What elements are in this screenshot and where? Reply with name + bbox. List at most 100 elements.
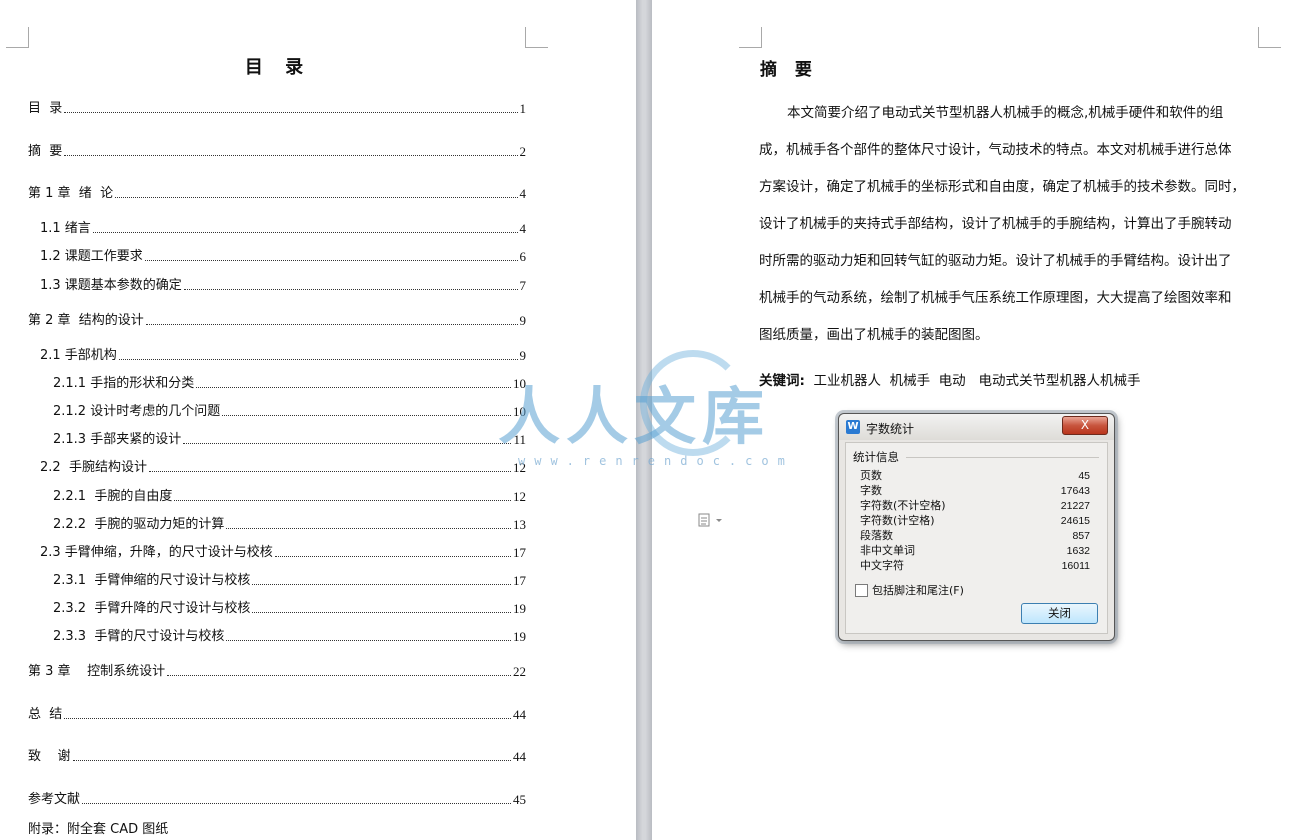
toc-entry[interactable]: 2.2 手腕结构设计 12 — [40, 456, 526, 476]
toc-title: 目 录 — [244, 57, 312, 78]
toc-entry-label: 2.3.1 手臂伸缩的尺寸设计与校核 — [53, 573, 251, 588]
toc-entry[interactable]: 2.3.2 手臂升降的尺寸设计与校核 19 — [53, 597, 526, 617]
toc-entry-page: 12 — [513, 489, 526, 504]
keywords-line: 关键词: 工业机器人 机械手 电动 电动式关节型机器人机械手 — [759, 369, 1141, 389]
toc-entry-page: 2 — [519, 144, 527, 159]
dialog-titlebar[interactable]: W 字数统计 X — [839, 414, 1114, 440]
toc-leader-dots — [64, 154, 518, 156]
close-button[interactable]: 关闭 — [1021, 603, 1098, 624]
toc-entry[interactable]: 2.1 手部机构 9 — [40, 344, 526, 364]
toc-entry-page: 9 — [519, 348, 527, 363]
toc-entry[interactable]: 2.1.2 设计时考虑的几个问题 10 — [53, 400, 526, 420]
toc-entry[interactable]: 第 2 章 结构的设计 9 — [28, 309, 526, 329]
toc-entry[interactable]: 摘 要 2 — [28, 140, 526, 160]
toc-entry[interactable]: 1.2 课题工作要求 6 — [40, 245, 526, 265]
toc-leader-dots — [72, 759, 511, 761]
toc-entry-label: 1.2 课题工作要求 — [40, 249, 143, 264]
toc-leader-dots — [115, 196, 518, 198]
toc-entry-page: 44 — [513, 707, 526, 722]
include-footnotes-label[interactable]: 包括脚注和尾注(F) — [872, 582, 964, 598]
toc-entry-page: 4 — [519, 221, 527, 236]
toc-entry[interactable]: 2.1.1 手指的形状和分类 10 — [53, 372, 526, 392]
toc-entry-label: 2.3.3 手臂的尺寸设计与校核 — [53, 629, 225, 644]
toc-entry-label: 致 谢 — [28, 749, 71, 764]
page-gutter — [636, 0, 652, 840]
toc-entry[interactable]: 致 谢 44 — [28, 745, 526, 765]
stat-row: 字符数(计空格) 24615 — [860, 514, 1090, 528]
toc-leader-dots — [226, 639, 511, 641]
abstract-line: 方案设计，确定了机械手的坐标形式和自由度，确定了机械手的技术参数。同时， — [759, 179, 1245, 195]
toc-entry[interactable]: 2.3 手臂伸缩，升降，的尺寸设计与校核 17 — [40, 541, 526, 561]
close-icon[interactable]: X — [1062, 416, 1108, 435]
toc-entry-page: 9 — [519, 313, 527, 328]
include-footnotes-checkbox[interactable] — [855, 584, 868, 597]
toc-leader-dots — [196, 386, 511, 388]
crop-mark — [6, 27, 29, 48]
toc-entry[interactable]: 第 3 章 控制系统设计 22 — [28, 660, 526, 680]
toc-leader-dots — [64, 717, 511, 719]
stat-label: 中文字符 — [860, 559, 904, 572]
dialog-body: 统计信息 页数 45 字数 17643 字符数(不计空格) 21227 字符数(计空格) 24… — [845, 442, 1108, 634]
toc-entry-page: 10 — [513, 404, 526, 419]
wps-app-icon: W — [846, 420, 860, 434]
abstract-line: 机械手的气动系统，绘制了机械手气压系统工作原理图，大大提高了绘图效率和 — [759, 290, 1232, 306]
stat-value: 17643 — [1060, 485, 1090, 497]
keywords-text: 工业机器人 机械手 电动 电动式关节型机器人机械手 — [813, 373, 1141, 389]
toc-entry[interactable]: 2.1.3 手部夹紧的设计 11 — [53, 428, 526, 448]
crop-mark — [1258, 27, 1281, 48]
toc-leader-dots — [167, 674, 511, 676]
toc-entry[interactable]: 目 录 1 — [28, 97, 526, 117]
toc-entry[interactable]: 1.1 绪言 4 — [40, 217, 526, 237]
stat-value: 857 — [1072, 530, 1090, 542]
toc-entry-label: 总 结 — [28, 707, 63, 722]
crop-mark — [525, 27, 548, 48]
toc-entry[interactable]: 第 1 章 绪 论 4 — [28, 182, 526, 202]
stat-row: 字符数(不计空格) 21227 — [860, 499, 1090, 513]
toc-entry-page: 17 — [513, 545, 526, 560]
toc-entry[interactable]: 1.3 课题基本参数的确定 7 — [40, 274, 526, 294]
toc-entry-label: 2.3 手臂伸缩，升降，的尺寸设计与校核 — [40, 545, 273, 560]
toc-entry-label: 参考文献 — [28, 792, 81, 807]
toc-entry[interactable]: 总 结 44 — [28, 703, 526, 723]
toc-entry-page: 19 — [513, 601, 526, 616]
toc-entry-page: 45 — [513, 792, 526, 807]
word-count-dialog: W 字数统计 X 统计信息 页数 45 字数 17643 字符数(不计空格) 21227 字… — [838, 413, 1115, 641]
toc-entry-label: 2.1.2 设计时考虑的几个问题 — [53, 404, 221, 419]
stat-value: 1632 — [1066, 545, 1090, 557]
stat-row: 非中文单词 1632 — [860, 544, 1090, 558]
abstract-line: 时所需的驱动力矩和回转气缸的驱动力矩。设计了机械手的手臂结构。设计出了 — [759, 253, 1232, 269]
toc-entry-page: 12 — [513, 460, 526, 475]
stat-row: 段落数 857 — [860, 529, 1090, 543]
toc-entry-label: 2.2 手腕结构设计 — [40, 460, 147, 475]
stat-label: 字符数(不计空格) — [860, 499, 946, 512]
toc-leader-dots — [226, 527, 511, 529]
toc-entry[interactable]: 2.2.2 手腕的驱动力矩的计算 13 — [53, 513, 526, 533]
toc-leader-dots — [222, 414, 511, 416]
toc-entry-label: 2.3.2 手臂升降的尺寸设计与校核 — [53, 601, 251, 616]
stat-label: 字符数(计空格) — [860, 514, 935, 527]
toc-entry-label: 第 1 章 绪 论 — [28, 186, 114, 201]
toc-leader-dots — [145, 323, 518, 325]
toc-leader-dots — [144, 259, 518, 261]
toc-leader-dots — [183, 288, 518, 290]
stat-row: 中文字符 16011 — [860, 559, 1090, 573]
crop-mark — [739, 27, 762, 48]
toc-entry-page: 44 — [513, 749, 526, 764]
toc-entry-label: 目 录 — [28, 101, 63, 116]
stat-label: 段落数 — [860, 529, 893, 542]
toc-entry-page: 22 — [513, 664, 526, 679]
toc-entry-page: 11 — [513, 432, 526, 447]
dialog-title: 字数统计 — [866, 422, 915, 436]
toc-entry[interactable]: 参考文献 45 — [28, 788, 526, 808]
paste-options-icon[interactable] — [698, 512, 728, 528]
abstract-title: 摘 要 — [760, 60, 818, 80]
stat-row: 页数 45 — [860, 469, 1090, 483]
toc-entry[interactable]: 2.3.3 手臂的尺寸设计与校核 19 — [53, 625, 526, 645]
stat-label: 页数 — [860, 469, 882, 482]
toc-leader-dots — [82, 802, 511, 804]
toc-entry-label: 1.1 绪言 — [40, 221, 91, 236]
toc-entry[interactable]: 2.3.1 手臂伸缩的尺寸设计与校核 17 — [53, 569, 526, 589]
toc-entry-label: 2.1.3 手部夹紧的设计 — [53, 432, 182, 447]
stat-row: 字数 17643 — [860, 484, 1090, 498]
toc-entry[interactable]: 2.2.1 手腕的自由度 12 — [53, 485, 526, 505]
